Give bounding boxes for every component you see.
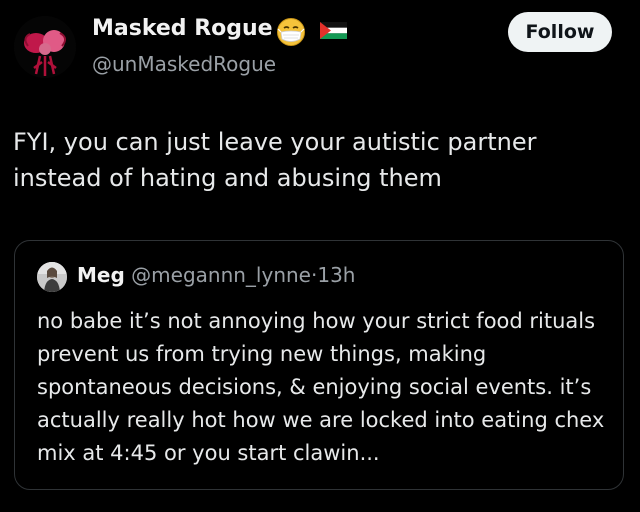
quoted-handle[interactable]: @megannn_lynne	[131, 263, 311, 287]
quoted-author-avatar[interactable]	[37, 262, 67, 292]
quoted-avatar-image	[37, 262, 67, 292]
post: Masked Rogue @unMaskedRogue Follow FYI, …	[0, 0, 640, 512]
author-handle[interactable]: @unMaskedRogue	[92, 52, 276, 76]
quoted-post-header: Meg @megannn_lynne·13h	[77, 263, 355, 287]
quoted-post-card[interactable]: Meg @megannn_lynne·13h no babe it’s not …	[14, 240, 624, 490]
face-with-medical-mask-emoji	[277, 18, 305, 46]
post-text: FYI, you can just leave your autistic pa…	[13, 128, 537, 192]
author-avatar[interactable]	[14, 16, 76, 78]
quoted-display-name[interactable]: Meg	[77, 263, 125, 287]
avatar-image	[14, 16, 76, 78]
follow-button[interactable]: Follow	[508, 12, 612, 52]
quoted-timestamp[interactable]: 13h	[317, 263, 355, 287]
palestine-flag-icon	[320, 22, 347, 39]
author-display-name[interactable]: Masked Rogue	[92, 16, 273, 41]
quoted-post-text: no babe it’s not annoying how your stric…	[37, 309, 605, 465]
